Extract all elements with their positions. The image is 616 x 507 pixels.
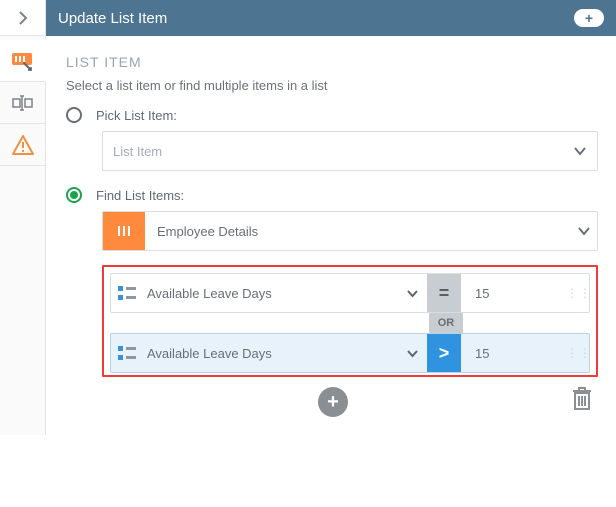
section-title: LIST ITEM [66,54,598,70]
condition-row[interactable]: Available Leave Days = 15 ⋮⋮ [110,273,590,313]
add-button[interactable]: + [574,9,604,27]
condition-field-dropdown[interactable]: Available Leave Days [143,274,427,312]
tab-configure[interactable] [0,40,46,82]
configure-icon [11,50,33,72]
option-find-label: Find List Items: [96,188,184,203]
drag-handle-icon[interactable]: ⋮⋮ [569,334,589,372]
sidebar [0,0,46,435]
condition-operator[interactable]: > [427,334,461,372]
condition-value[interactable]: 15 [461,274,569,312]
panel-title: Update List Item [58,10,167,27]
datasource-dropdown[interactable]: Employee Details [102,211,598,251]
condition-value[interactable]: 15 [461,334,569,372]
chevron-down-icon [571,212,597,250]
panel-header: Update List Item + [46,0,616,36]
radio-unselected-icon [66,107,82,123]
condition-row[interactable]: Available Leave Days > 15 ⋮⋮ [110,333,590,373]
plus-icon: + [327,391,339,414]
drag-handle-icon[interactable]: ⋮⋮ [569,274,589,312]
datasource-icon [103,212,145,250]
field-icon [111,334,143,372]
tab-errors[interactable] [0,124,45,166]
condition-field-label: Available Leave Days [147,286,272,301]
radio-selected-icon [66,187,82,203]
chevron-down-icon [406,289,419,298]
collapse-toggle[interactable] [0,0,45,36]
tab-labels[interactable] [0,82,45,124]
chevron-down-icon [573,146,587,156]
warning-icon [12,135,34,155]
chevron-down-icon [406,349,419,358]
condition-joiner[interactable]: OR [429,313,463,333]
plus-icon: + [585,10,593,26]
section-description: Select a list item or find multiple item… [66,78,598,93]
option-find-list-items[interactable]: Find List Items: [66,187,598,203]
add-condition-button[interactable]: + [318,387,348,417]
conditions-highlight: Available Leave Days = 15 ⋮⋮ OR [102,265,598,377]
condition-operator[interactable]: = [427,274,461,312]
option-pick-list-item[interactable]: Pick List Item: [66,107,598,123]
rename-icon [12,95,34,111]
pick-list-item-placeholder: List Item [113,144,162,159]
trash-icon [572,387,592,411]
condition-field-dropdown[interactable]: Available Leave Days [143,334,427,372]
field-icon [111,274,143,312]
delete-condition-button[interactable] [572,387,592,417]
datasource-name: Employee Details [145,212,571,250]
condition-field-label: Available Leave Days [147,346,272,361]
option-pick-label: Pick List Item: [96,108,177,123]
chevron-right-icon [18,11,28,25]
pick-list-item-dropdown[interactable]: List Item [102,131,598,171]
